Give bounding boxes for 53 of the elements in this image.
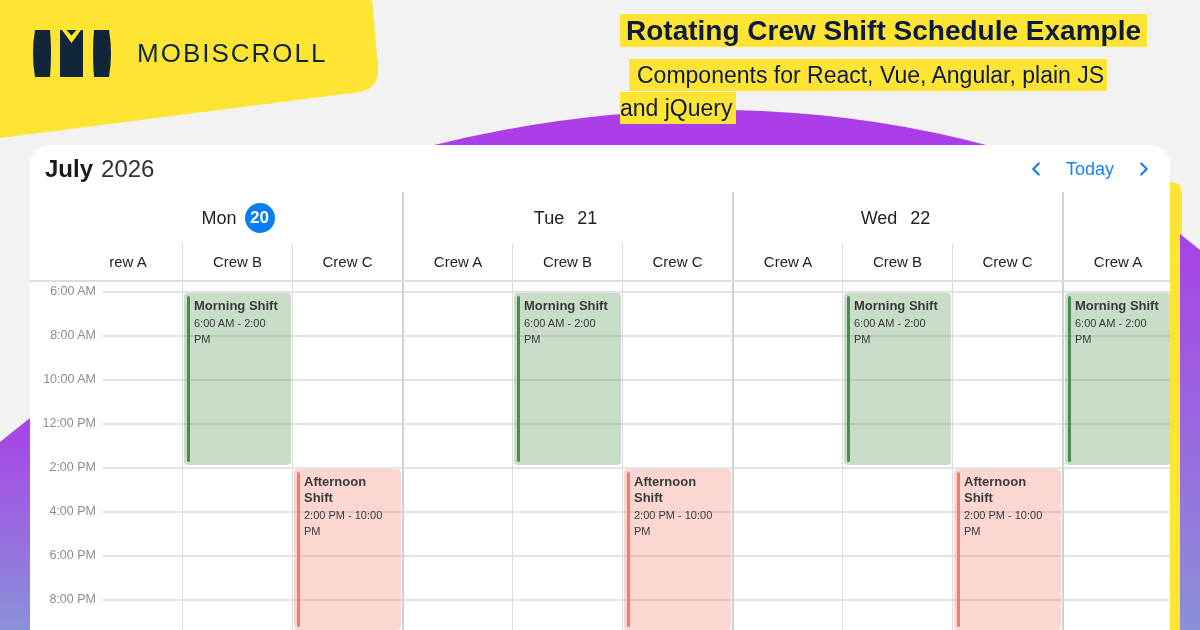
crew-header: Crew A [1093, 251, 1143, 272]
time-label: 8:00 AM [50, 327, 96, 343]
weekday-label: Tue [533, 206, 565, 230]
event-title: Afternoon Shift [964, 474, 1028, 506]
shift-event[interactable]: Morning Shift 6:00 AM - 2:00 PM [1065, 293, 1170, 465]
time-label: 12:00 PM [42, 415, 96, 431]
shift-event[interactable]: Afternoon Shift 2:00 PM - 10:00 PM [954, 469, 1061, 630]
shift-event[interactable]: Afternoon Shift 2:00 PM - 10:00 PM [294, 469, 401, 630]
event-title: Morning Shift [1075, 298, 1160, 314]
today-date-marker: 20 [244, 203, 275, 233]
crew-header: Crew C [322, 251, 373, 272]
event-time: 2:00 PM - 10:00 PM [964, 508, 1044, 539]
crew-header: Crew B [212, 251, 263, 272]
year-label: 2026 [101, 153, 155, 184]
crew-header: Crew B [872, 251, 923, 272]
event-title: Morning Shift [194, 298, 279, 314]
crew-header: Crew C [652, 251, 703, 272]
shift-event[interactable]: Morning Shift 6:00 AM - 2:00 PM [514, 293, 621, 465]
weekday-label: Wed [860, 206, 898, 230]
event-time: 2:00 PM - 10:00 PM [634, 508, 714, 539]
month-label: July [45, 153, 94, 184]
time-label: 4:00 PM [49, 503, 96, 519]
event-time: 6:00 AM - 2:00 PM [524, 316, 597, 347]
logo-icon [31, 30, 113, 77]
crew-header: Crew B [542, 251, 593, 272]
page-title: Rotating Crew Shift Schedule Example [620, 14, 1147, 47]
crew-header: Crew A [763, 251, 813, 272]
crew-header: Crew C [982, 251, 1033, 272]
date-label: 21 [576, 206, 599, 230]
page-subtitle: Components for React, Vue, Angular, plain JS [629, 59, 1108, 91]
today-button[interactable]: Today [1061, 154, 1118, 183]
event-time: 6:00 AM - 2:00 PM [1075, 316, 1148, 347]
event-title: Morning Shift [524, 298, 609, 314]
crew-header: Crew A [433, 251, 483, 272]
time-label: 6:00 AM [50, 283, 96, 299]
crew-header: rew A [109, 251, 147, 272]
event-title: Afternoon Shift [304, 474, 368, 506]
event-time: 6:00 AM - 2:00 PM [854, 316, 927, 347]
event-title: Morning Shift [854, 298, 939, 314]
shift-event[interactable]: Morning Shift 6:00 AM - 2:00 PM [844, 293, 951, 465]
date-label: 22 [909, 206, 932, 230]
time-label: 2:00 PM [49, 459, 96, 475]
event-time: 2:00 PM - 10:00 PM [304, 508, 384, 539]
time-label: 8:00 PM [49, 591, 96, 607]
shift-event[interactable]: Afternoon Shift 2:00 PM - 10:00 PM [624, 469, 731, 630]
weekday-label: Mon [201, 206, 237, 230]
time-label: 6:00 PM [49, 547, 96, 563]
event-title: Afternoon Shift [634, 474, 698, 506]
shift-event[interactable]: Morning Shift 6:00 AM - 2:00 PM [184, 293, 291, 465]
brand-name: MOBISCROLL [137, 37, 328, 69]
time-label: 10:00 AM [43, 371, 96, 387]
page-subtitle: and jQuery [620, 92, 736, 124]
event-time: 6:00 AM - 2:00 PM [194, 316, 267, 347]
